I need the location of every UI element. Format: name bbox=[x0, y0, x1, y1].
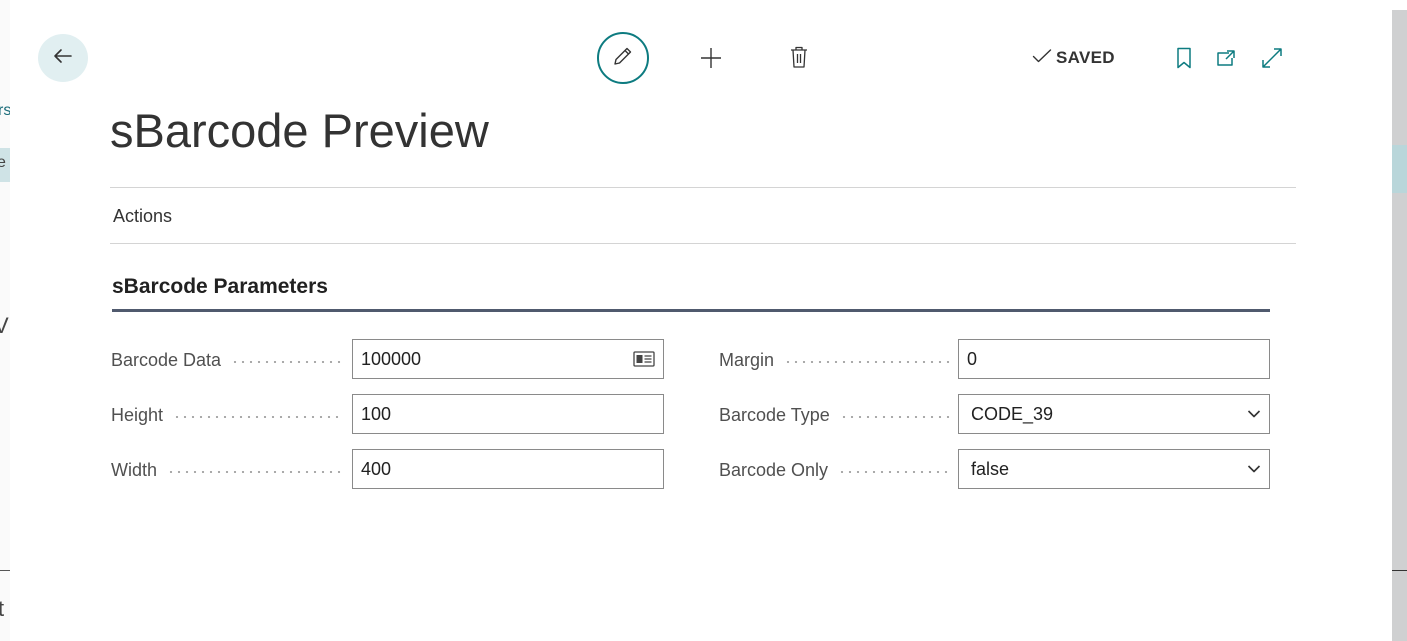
height-field[interactable]: 100 bbox=[352, 394, 664, 434]
edit-button[interactable] bbox=[597, 32, 649, 84]
bookmark-button[interactable] bbox=[1172, 47, 1196, 73]
pencil-icon bbox=[611, 44, 635, 73]
margin-field[interactable]: 0 bbox=[958, 339, 1270, 379]
back-button[interactable] bbox=[38, 34, 88, 82]
width-label-text: Width bbox=[111, 459, 158, 480]
saved-status: SAVED bbox=[1032, 46, 1115, 70]
divider bbox=[110, 243, 1296, 244]
background-text-fragment: e bbox=[0, 154, 6, 171]
height-value: 100 bbox=[361, 403, 392, 424]
contact-card-icon[interactable] bbox=[633, 351, 655, 367]
barcode-only-label: Barcode Only bbox=[719, 452, 950, 488]
background-text-fragment: t bbox=[0, 596, 5, 621]
background-page-left-edge: rs e V t bbox=[0, 0, 10, 641]
arrow-left-icon bbox=[51, 44, 75, 73]
background-divider bbox=[0, 570, 10, 571]
background-divider bbox=[1392, 570, 1407, 571]
barcode-only-select[interactable]: false bbox=[958, 449, 1270, 489]
plus-icon bbox=[699, 46, 723, 75]
background-text-fragment: V bbox=[0, 313, 9, 338]
barcode-type-label-text: Barcode Type bbox=[719, 404, 830, 425]
width-field[interactable]: 400 bbox=[352, 449, 664, 489]
barcode-type-value: CODE_39 bbox=[971, 403, 1054, 424]
barcode-data-label: Barcode Data bbox=[111, 342, 343, 378]
divider bbox=[110, 187, 1296, 188]
chevron-down-icon bbox=[1247, 464, 1261, 474]
expand-icon bbox=[1260, 46, 1284, 75]
barcode-data-label-text: Barcode Data bbox=[111, 349, 222, 370]
chevron-down-icon bbox=[1247, 409, 1261, 419]
open-in-new-window-button[interactable] bbox=[1213, 47, 1239, 73]
barcode-data-value: 100000 bbox=[361, 348, 422, 369]
label-leader-dots bbox=[173, 415, 343, 418]
margin-label: Margin bbox=[719, 342, 950, 378]
margin-label-text: Margin bbox=[719, 349, 775, 370]
open-in-new-window-icon bbox=[1215, 48, 1237, 73]
page-title: sBarcode Preview bbox=[110, 104, 489, 157]
label-leader-dots bbox=[838, 470, 950, 473]
label-leader-dots bbox=[839, 415, 950, 418]
actions-menu[interactable]: Actions bbox=[113, 206, 172, 227]
margin-value: 0 bbox=[967, 348, 978, 369]
height-label-text: Height bbox=[111, 404, 164, 425]
width-label: Width bbox=[111, 452, 343, 488]
barcode-type-select[interactable]: CODE_39 bbox=[958, 394, 1270, 434]
background-selected-row bbox=[1392, 145, 1407, 193]
background-text-fragment: rs bbox=[0, 102, 10, 119]
checkmark-icon bbox=[1032, 48, 1052, 69]
bookmark-icon bbox=[1176, 47, 1192, 74]
width-value: 400 bbox=[361, 458, 392, 479]
barcode-only-value: false bbox=[971, 458, 1010, 479]
barcode-only-label-text: Barcode Only bbox=[719, 459, 829, 480]
section-title[interactable]: sBarcode Parameters bbox=[112, 275, 328, 299]
height-label: Height bbox=[111, 397, 343, 433]
saved-label: SAVED bbox=[1056, 48, 1115, 67]
new-button[interactable] bbox=[697, 46, 725, 74]
section-underline bbox=[112, 309, 1270, 312]
delete-button[interactable] bbox=[786, 45, 812, 73]
label-leader-dots bbox=[167, 470, 343, 473]
background-page-right-edge bbox=[1392, 10, 1407, 641]
card-dialog: SAVED sBarcode Preview Actions sBarcode … bbox=[10, 0, 1392, 641]
label-leader-dots bbox=[784, 360, 950, 363]
barcode-data-field[interactable]: 100000 bbox=[352, 339, 664, 379]
expand-button[interactable] bbox=[1259, 46, 1285, 74]
label-leader-dots bbox=[231, 360, 343, 363]
trash-icon bbox=[789, 45, 809, 74]
barcode-type-label: Barcode Type bbox=[719, 397, 950, 433]
